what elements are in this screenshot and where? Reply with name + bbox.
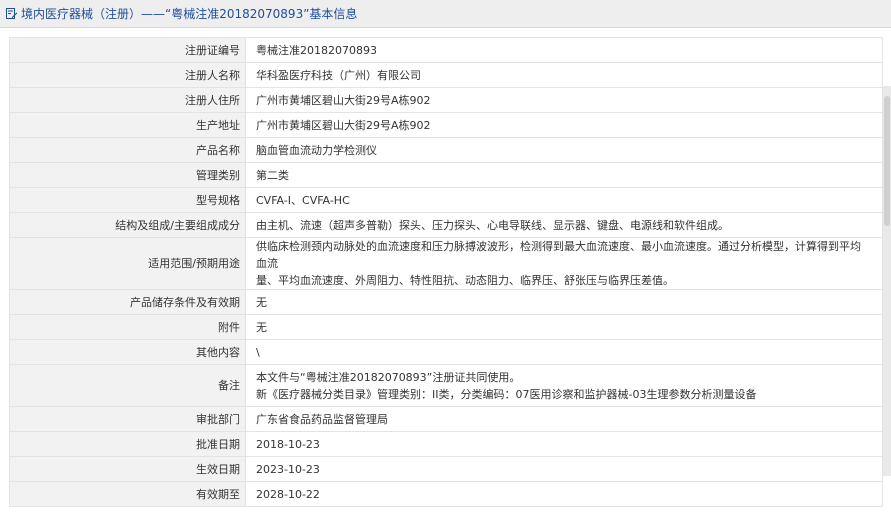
row-value-line: 新《医疗器械分类目录》管理类别：II类，分类编码：07医用诊察和监护器械-03生… (256, 387, 757, 401)
row-label: 生效日期 (9, 456, 246, 482)
table-row: 审批部门 广东省食品药品监督管理局 (9, 406, 883, 432)
table-row: 产品储存条件及有效期 无 (9, 289, 883, 315)
row-value: 脑血管血流动力学检测仪 (245, 137, 883, 163)
row-value-line: 供临床检测颈内动脉处的血流速度和压力脉搏波波形，检测得到最大血流速度、最小血流速… (256, 240, 861, 270)
scrollbar-thumb[interactable] (884, 96, 890, 226)
row-label: 管理类别 (9, 162, 246, 188)
info-table: 注册证编号 粤械注准20182070893 注册人名称 华科盈医疗科技（广州）有… (9, 37, 883, 507)
row-label: 型号规格 (9, 187, 246, 213)
row-value: CVFA-I、CVFA-HC (245, 187, 883, 213)
row-value: 广州市黄埔区碧山大街29号A栋902 (245, 112, 883, 138)
row-value: 广东省食品药品监督管理局 (245, 406, 883, 432)
vertical-scrollbar[interactable] (883, 86, 891, 476)
page-title: 境内医疗器械（注册）——“粤械注准20182070893”基本信息 (21, 7, 358, 21)
table-row: 注册人住所 广州市黄埔区碧山大街29号A栋902 (9, 87, 883, 113)
row-label: 有效期至 (9, 481, 246, 507)
table-row: 产品名称 脑血管血流动力学检测仪 (9, 137, 883, 163)
row-label: 审批部门 (9, 406, 246, 432)
table-row: 附件 无 (9, 314, 883, 340)
row-value: 由主机、流速（超声多普勒）探头、压力探头、心电导联线、显示器、键盘、电源线和软件… (245, 212, 883, 238)
table-row: 其他内容 \ (9, 339, 883, 365)
table-row: 注册人名称 华科盈医疗科技（广州）有限公司 (9, 62, 883, 88)
row-value: 2018-10-23 (245, 431, 883, 457)
page-header: 境内医疗器械（注册）——“粤械注准20182070893”基本信息 (0, 0, 891, 28)
row-label: 注册人名称 (9, 62, 246, 88)
row-label: 适用范围/预期用途 (9, 237, 246, 290)
row-value: 2023-10-23 (245, 456, 883, 482)
row-value: 广州市黄埔区碧山大街29号A栋902 (245, 87, 883, 113)
document-edit-icon (5, 7, 18, 20)
table-row: 有效期至 2028-10-22 (9, 481, 883, 507)
table-row: 生效日期 2023-10-23 (9, 456, 883, 482)
row-value: 本文件与“粤械注准20182070893”注册证共同使用。 新《医疗器械分类目录… (245, 364, 883, 407)
table-row: 适用范围/预期用途 供临床检测颈内动脉处的血流速度和压力脉搏波波形，检测得到最大… (9, 237, 883, 290)
row-value: 供临床检测颈内动脉处的血流速度和压力脉搏波波形，检测得到最大血流速度、最小血流速… (245, 237, 883, 290)
table-row: 型号规格 CVFA-I、CVFA-HC (9, 187, 883, 213)
row-label: 生产地址 (9, 112, 246, 138)
row-value-line: 本文件与“粤械注准20182070893”注册证共同使用。 (256, 370, 521, 384)
info-table-container: 注册证编号 粤械注准20182070893 注册人名称 华科盈医疗科技（广州）有… (9, 37, 883, 507)
row-value: 华科盈医疗科技（广州）有限公司 (245, 62, 883, 88)
row-value-line: 量、平均血流速度、外周阻力、特性阻抗、动态阻力、临界压、舒张压与临界压差值。 (256, 274, 674, 287)
row-value: 2028-10-22 (245, 481, 883, 507)
row-label: 注册人住所 (9, 87, 246, 113)
table-row: 备注 本文件与“粤械注准20182070893”注册证共同使用。 新《医疗器械分… (9, 364, 883, 407)
table-row: 批准日期 2018-10-23 (9, 431, 883, 457)
table-row: 管理类别 第二类 (9, 162, 883, 188)
row-value: 第二类 (245, 162, 883, 188)
row-label: 产品储存条件及有效期 (9, 289, 246, 315)
row-value: 粤械注准20182070893 (245, 37, 883, 63)
row-label: 注册证编号 (9, 37, 246, 63)
table-row: 生产地址 广州市黄埔区碧山大街29号A栋902 (9, 112, 883, 138)
row-label: 产品名称 (9, 137, 246, 163)
row-label: 结构及组成/主要组成成分 (9, 212, 246, 238)
row-label: 附件 (9, 314, 246, 340)
row-label: 其他内容 (9, 339, 246, 365)
row-label: 批准日期 (9, 431, 246, 457)
row-value: \ (245, 339, 883, 365)
row-value: 无 (245, 314, 883, 340)
row-label: 备注 (9, 364, 246, 407)
table-row: 结构及组成/主要组成成分 由主机、流速（超声多普勒）探头、压力探头、心电导联线、… (9, 212, 883, 238)
table-row: 注册证编号 粤械注准20182070893 (9, 37, 883, 63)
row-value: 无 (245, 289, 883, 315)
